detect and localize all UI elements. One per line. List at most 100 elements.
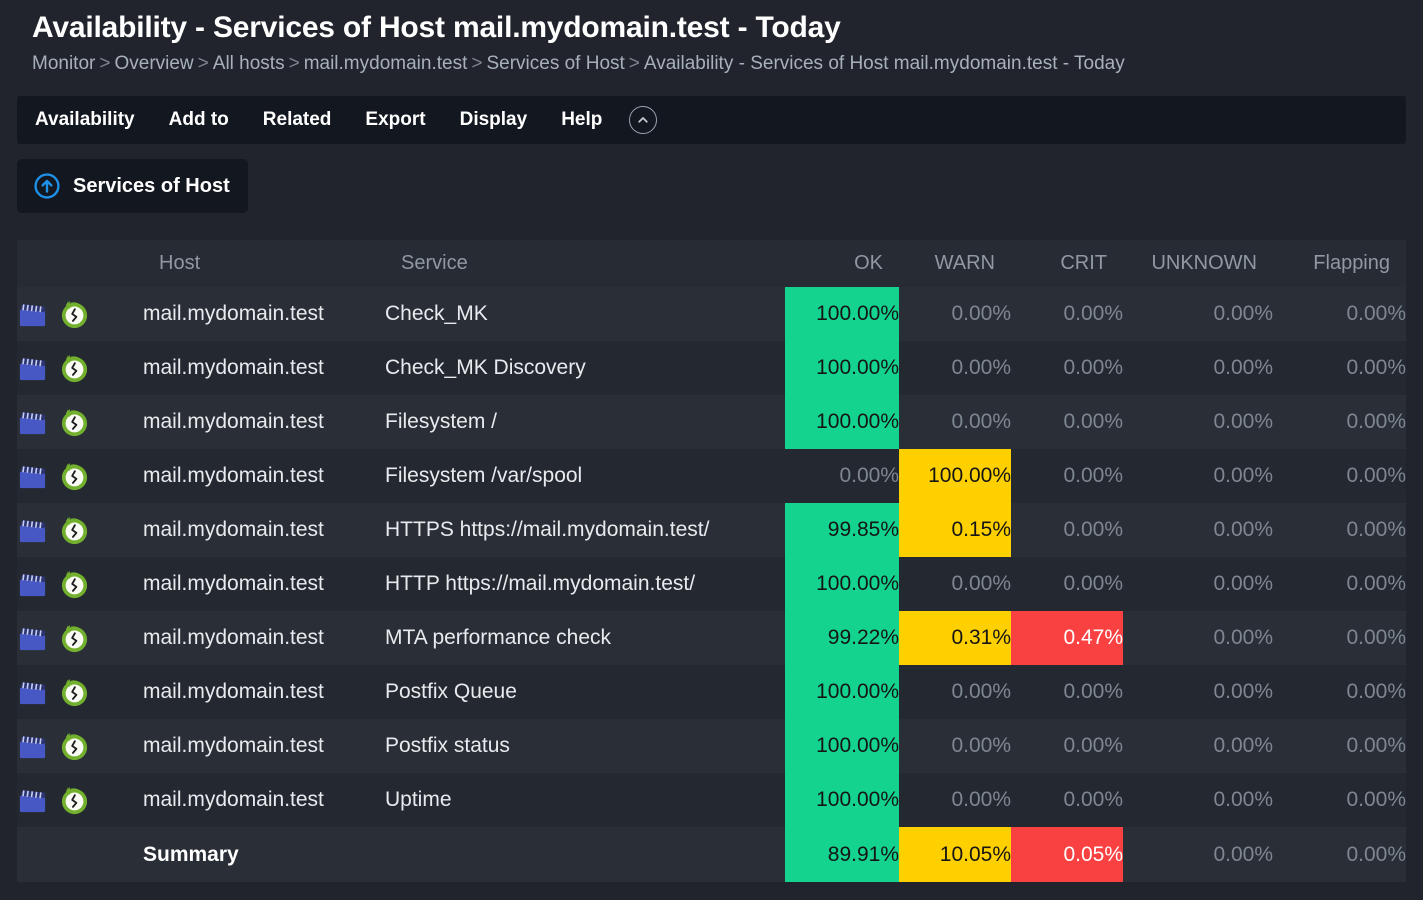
- column-header-icons[interactable]: [17, 240, 143, 287]
- column-header-flapping[interactable]: Flapping: [1273, 240, 1406, 287]
- cell-service: Check_MK Discovery: [385, 341, 785, 395]
- breadcrumb-separator: >: [198, 53, 209, 74]
- movie-clapperboard-icon[interactable]: [17, 407, 48, 438]
- breadcrumb-item-4[interactable]: Services of Host: [486, 53, 624, 74]
- host-link[interactable]: mail.mydomain.test: [143, 626, 324, 649]
- cell-ok: 100.00%: [785, 665, 899, 719]
- cell-unknown: 0.00%: [1123, 611, 1273, 665]
- history-clock-icon[interactable]: [59, 299, 90, 330]
- table-row: mail.mydomain.testFilesystem /100.00%0.0…: [17, 395, 1406, 449]
- host-link[interactable]: mail.mydomain.test: [143, 518, 324, 541]
- breadcrumb-item-1[interactable]: Overview: [114, 53, 193, 74]
- menu-item-display[interactable]: Display: [443, 96, 545, 144]
- menu-item-export[interactable]: Export: [348, 96, 442, 144]
- cell-warn: 100.00%: [899, 449, 1011, 503]
- cell-unknown: 0.00%: [1123, 557, 1273, 611]
- cell-flapping: 0.00%: [1273, 611, 1406, 665]
- breadcrumb-item-0[interactable]: Monitor: [32, 53, 95, 74]
- cell-unknown: 0.00%: [1123, 287, 1273, 341]
- summary-cell-warn: 10.05%: [899, 827, 1011, 882]
- service-link[interactable]: Filesystem /var/spool: [385, 464, 582, 487]
- service-link[interactable]: Filesystem /: [385, 410, 497, 433]
- breadcrumb-item-3[interactable]: mail.mydomain.test: [304, 53, 468, 74]
- movie-clapperboard-icon[interactable]: [17, 623, 48, 654]
- column-header-host[interactable]: Host: [143, 240, 385, 287]
- movie-clapperboard-icon[interactable]: [17, 785, 48, 816]
- history-clock-icon[interactable]: [59, 785, 90, 816]
- cell-warn: 0.00%: [899, 341, 1011, 395]
- movie-clapperboard-icon[interactable]: [17, 569, 48, 600]
- movie-clapperboard-icon[interactable]: [17, 515, 48, 546]
- host-link[interactable]: mail.mydomain.test: [143, 572, 324, 595]
- breadcrumb-item-2[interactable]: All hosts: [213, 53, 285, 74]
- table-header-row: Host Service OK WARN CRIT UNKNOWN Flappi…: [17, 240, 1406, 287]
- column-header-service[interactable]: Service: [385, 240, 785, 287]
- movie-clapperboard-icon[interactable]: [17, 677, 48, 708]
- cell-service: Postfix Queue: [385, 665, 785, 719]
- cell-host: mail.mydomain.test: [143, 503, 385, 557]
- history-clock-icon[interactable]: [59, 461, 90, 492]
- service-link[interactable]: Check_MK: [385, 302, 488, 325]
- host-link[interactable]: mail.mydomain.test: [143, 356, 324, 379]
- cell-service: MTA performance check: [385, 611, 785, 665]
- menu-item-related[interactable]: Related: [246, 96, 349, 144]
- cell-ok: 100.00%: [785, 719, 899, 773]
- history-clock-icon[interactable]: [59, 623, 90, 654]
- menu-item-availability[interactable]: Availability: [17, 96, 152, 144]
- history-clock-icon[interactable]: [59, 677, 90, 708]
- chevron-up-icon[interactable]: [629, 106, 657, 134]
- movie-clapperboard-icon[interactable]: [17, 461, 48, 492]
- column-header-warn[interactable]: WARN: [899, 240, 1011, 287]
- cell-warn: 0.00%: [899, 287, 1011, 341]
- menu-item-help[interactable]: Help: [544, 96, 619, 144]
- cell-ok: 0.00%: [785, 449, 899, 503]
- services-of-host-button[interactable]: Services of Host: [17, 159, 248, 213]
- cell-crit: 0.00%: [1011, 719, 1123, 773]
- history-clock-icon[interactable]: [59, 353, 90, 384]
- service-link[interactable]: Check_MK Discovery: [385, 356, 586, 379]
- service-link[interactable]: Postfix status: [385, 734, 510, 757]
- menu-item-add-to[interactable]: Add to: [152, 96, 246, 144]
- host-link[interactable]: mail.mydomain.test: [143, 680, 324, 703]
- table-row: mail.mydomain.testMTA performance check9…: [17, 611, 1406, 665]
- history-clock-icon[interactable]: [59, 569, 90, 600]
- history-clock-icon[interactable]: [59, 731, 90, 762]
- service-link[interactable]: Postfix Queue: [385, 680, 517, 703]
- table-row: mail.mydomain.testCheck_MK Discovery100.…: [17, 341, 1406, 395]
- column-header-ok[interactable]: OK: [785, 240, 899, 287]
- host-link[interactable]: mail.mydomain.test: [143, 464, 324, 487]
- column-header-crit[interactable]: CRIT: [1011, 240, 1123, 287]
- history-clock-icon[interactable]: [59, 407, 90, 438]
- host-link[interactable]: mail.mydomain.test: [143, 410, 324, 433]
- cell-service: Filesystem /var/spool: [385, 449, 785, 503]
- service-link[interactable]: Uptime: [385, 788, 452, 811]
- summary-cell-flapping: 0.00%: [1273, 827, 1406, 882]
- cell-crit: 0.47%: [1011, 611, 1123, 665]
- cell-crit: 0.00%: [1011, 557, 1123, 611]
- host-link[interactable]: mail.mydomain.test: [143, 788, 324, 811]
- service-link[interactable]: MTA performance check: [385, 626, 611, 649]
- cell-crit: 0.00%: [1011, 665, 1123, 719]
- host-link[interactable]: mail.mydomain.test: [143, 302, 324, 325]
- service-link[interactable]: HTTP https://mail.mydomain.test/: [385, 572, 695, 595]
- cell-ok: 99.85%: [785, 503, 899, 557]
- movie-clapperboard-icon[interactable]: [17, 353, 48, 384]
- movie-clapperboard-icon[interactable]: [17, 731, 48, 762]
- row-icons-cell: [17, 341, 143, 395]
- summary-row: Summary89.91%10.05%0.05%0.00%0.00%: [17, 827, 1406, 882]
- cell-crit: 0.00%: [1011, 287, 1123, 341]
- column-header-unknown[interactable]: UNKNOWN: [1123, 240, 1273, 287]
- service-link[interactable]: HTTPS https://mail.mydomain.test/: [385, 518, 709, 541]
- page-header: Availability - Services of Host mail.myd…: [0, 0, 1423, 78]
- row-icons-cell: [17, 503, 143, 557]
- cell-warn: 0.31%: [899, 611, 1011, 665]
- cell-unknown: 0.00%: [1123, 665, 1273, 719]
- row-icons-cell: [17, 287, 143, 341]
- cell-flapping: 0.00%: [1273, 341, 1406, 395]
- cell-flapping: 0.00%: [1273, 395, 1406, 449]
- cell-host: mail.mydomain.test: [143, 611, 385, 665]
- availability-table: Host Service OK WARN CRIT UNKNOWN Flappi…: [17, 240, 1406, 882]
- movie-clapperboard-icon[interactable]: [17, 299, 48, 330]
- history-clock-icon[interactable]: [59, 515, 90, 546]
- host-link[interactable]: mail.mydomain.test: [143, 734, 324, 757]
